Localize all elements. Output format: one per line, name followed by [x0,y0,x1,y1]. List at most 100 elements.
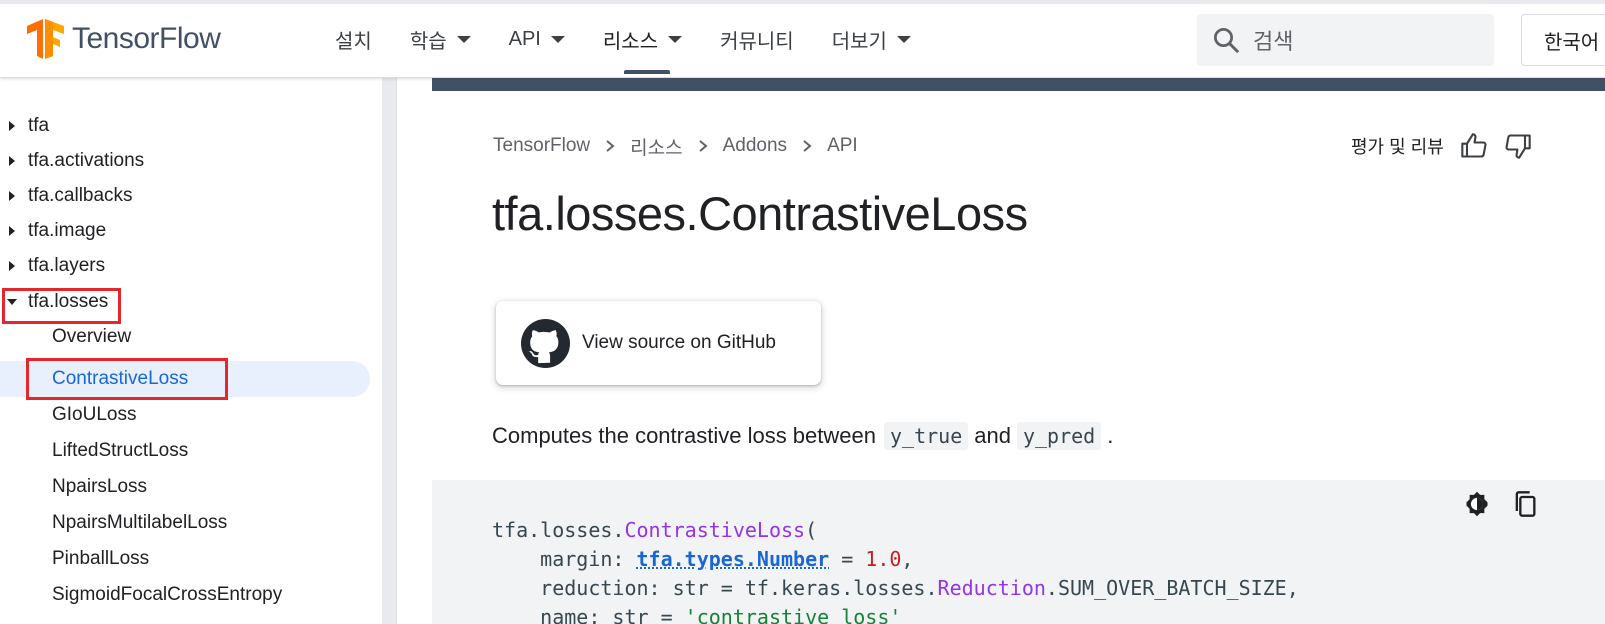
code-type-link[interactable]: tfa.types.Number [637,547,830,571]
search-input[interactable]: 검색 [1197,14,1494,66]
sidebar-item-label: Overview [52,326,132,347]
sidebar-item-label: NpairsLoss [52,476,148,497]
sidebar-item-label: PinballLoss [52,548,150,569]
code-module: tfa.losses. [492,518,625,542]
chevron-down-icon [456,35,471,43]
nav-more-label: 더보기 [831,30,887,53]
code-class: ContrastiveLoss [624,518,806,542]
chevron-right-icon [800,139,814,153]
thumb-up-icon[interactable] [1460,132,1488,160]
sidebar-item-label: tfa.image [28,220,107,241]
expand-arrow-icon [9,226,15,236]
sidebar-scrollbar[interactable] [382,78,396,624]
view-source-github-button[interactable]: View source on GitHub [496,301,821,385]
chevron-down-icon [896,35,911,43]
github-icon [521,318,570,368]
code-param: name: str = [492,605,685,624]
breadcrumb-tensorflow[interactable]: TensorFlow [493,135,590,157]
inline-code-y-pred: y_pred [1016,422,1102,450]
search-placeholder: 검색 [1253,29,1294,54]
code-line-1: tfa.losses.ContrastiveLoss( [492,518,817,548]
page-title: tfa.losses.ContrastiveLoss [492,187,1028,240]
code-toolbar [1463,490,1559,518]
code-eq: = [829,547,866,571]
code-string: 'contrastive_loss' [684,605,902,624]
theme-toggle-icon[interactable] [1463,490,1491,518]
chevron-right-icon [696,139,710,153]
expand-arrow-icon [9,191,15,201]
chevron-down-icon [668,35,683,43]
tensorflow-logo[interactable]: TensorFlow [27,18,221,60]
sidebar-item-tfa[interactable]: tfa [0,109,380,143]
sidebar-subitem-npairsloss[interactable]: NpairsLoss [0,470,380,504]
rating-area: 평가 및 리뷰 [1351,131,1532,161]
copy-icon[interactable] [1511,490,1539,518]
top-header: TensorFlow 설치 학습 API 리소스 커뮤니티 더보기 검색 한국어 [0,0,1605,78]
sidebar-item-label: SigmoidFocalCrossEntropy [52,584,283,605]
nav-resources-label: 리소스 [602,30,659,53]
nav-community-label: 커뮤니티 [720,30,794,53]
sidebar-subitem-pinballloss[interactable]: PinballLoss [0,542,380,576]
sidebar-subitem-sigmoidfocalcrossentropy[interactable]: SigmoidFocalCrossEntropy [0,578,380,612]
code-comma: , [901,547,914,571]
code-param: margin: [492,547,637,571]
description-end: . [1107,423,1114,448]
code-class: Reduction [937,576,1046,600]
collapse-arrow-icon [7,299,17,305]
sidebar-subitem-overview[interactable]: Overview [0,320,380,354]
sidebar-divider [396,78,397,624]
language-label: 한국어 [1544,31,1600,54]
inline-code-y-true: y_true [883,422,969,450]
brand-name: TensorFlow [72,22,221,55]
sidebar-item-label: tfa.callbacks [28,185,133,206]
sidebar-item-label: tfa.layers [28,255,106,276]
code-line-3: reduction: str = tf.keras.losses.Reducti… [492,576,1299,606]
chevron-right-icon [603,139,617,153]
nav-more[interactable]: 더보기 [813,0,930,78]
breadcrumb-addons[interactable]: Addons [723,135,787,157]
sidebar-item-label: tfa.losses [28,291,109,312]
nav-community[interactable]: 커뮤니티 [701,0,813,78]
sidebar-item-label: ContrastiveLoss [52,368,189,389]
code-line-2: margin: tfa.types.Number = 1.0, [492,547,913,577]
nav-api-label: API [508,27,541,50]
sidebar-subitem-giouloss[interactable]: GIoULoss [0,398,380,432]
expand-arrow-icon [9,156,15,166]
language-selector[interactable]: 한국어 [1521,14,1605,66]
sidebar-item-label: LiftedStructLoss [52,440,189,461]
sidebar-item-tfa-layers[interactable]: tfa.layers [0,249,380,283]
sidebar-subitem-liftedstructloss[interactable]: LiftedStructLoss [0,434,380,468]
sidebar-item-tfa-image[interactable]: tfa.image [0,214,380,248]
github-button-label: View source on GitHub [582,332,776,353]
rating-label: 평가 및 리뷰 [1351,137,1444,157]
nav-resources[interactable]: 리소스 [584,0,701,78]
sidebar-item-tfa-activations[interactable]: tfa.activations [0,144,380,178]
description-conj: and [974,423,1011,448]
breadcrumb-api[interactable]: API [827,135,858,157]
sidebar-item-tfa-callbacks[interactable]: tfa.callbacks [0,179,380,213]
expand-arrow-icon [9,121,15,131]
nav-api[interactable]: API [490,0,584,78]
sidebar-item-label: tfa [28,115,50,136]
code-param: reduction: str = tf.keras.losses. [492,576,938,600]
code-rest: .SUM_OVER_BATCH_SIZE, [1045,576,1299,600]
nav-learn[interactable]: 학습 [391,0,490,78]
code-number: 1.0 [865,547,902,571]
main-nav: 설치 학습 API 리소스 커뮤니티 더보기 [316,0,930,78]
search-icon [1214,28,1239,53]
nav-learn-label: 학습 [409,30,447,53]
sidebar-subitem-contrastiveloss[interactable]: ContrastiveLoss [0,362,380,396]
code-paren: ( [805,518,818,542]
sidebar-subitem-npairsmultilabelloss[interactable]: NpairsMultilabelLoss [0,506,380,540]
nav-install[interactable]: 설치 [316,0,391,78]
breadcrumb: TensorFlow 리소스 Addons API [493,131,858,161]
chevron-down-icon [550,35,565,43]
description: Computes the contrastive loss between y_… [492,422,1113,450]
sidebar-item-label: GIoULoss [52,404,137,425]
tensorflow-logo-icon [27,19,64,59]
thumb-down-icon[interactable] [1504,132,1532,160]
sidebar-item-label: NpairsMultilabelLoss [52,512,228,533]
sidebar-item-label: tfa.activations [28,150,145,171]
sidebar-item-tfa-losses[interactable]: tfa.losses [0,285,380,319]
breadcrumb-resources[interactable]: 리소스 [630,133,682,160]
